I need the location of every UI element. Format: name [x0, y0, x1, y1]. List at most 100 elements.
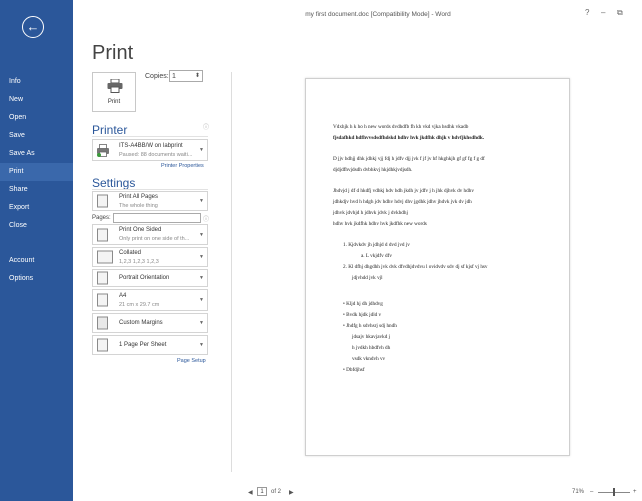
chevron-down-icon: ▼	[199, 275, 204, 281]
back-button[interactable]: ←	[22, 16, 44, 38]
copies-label: Copies:	[145, 73, 169, 80]
nav-item-options[interactable]: Options	[0, 270, 73, 288]
nav-item-open[interactable]: Open	[0, 109, 73, 127]
zoom-out-button[interactable]: –	[590, 489, 593, 495]
preview-line: Jhdvjd j df d hkdfj vdhkj hdv hdh jkdh j…	[333, 188, 474, 194]
backstage-nav: ← Info New Open Save Save As Print Share…	[0, 0, 73, 501]
page-number-input[interactable]: 1	[257, 487, 267, 496]
collation-desc: 1,2,3 1,2,3 1,2,3	[119, 259, 159, 265]
next-page-button[interactable]: ▶	[289, 489, 294, 496]
orientation-select[interactable]: Portrait Orientation ▼	[92, 269, 208, 287]
preview-line: D jjv hdhjj dhk jdhkj vjj fdj h jdfv djj…	[333, 156, 485, 162]
print-button[interactable]: Print	[92, 72, 136, 112]
portrait-icon	[97, 271, 108, 285]
minimize-button[interactable]: –	[601, 8, 605, 17]
pages-label: Pages:	[92, 215, 111, 221]
preview-bullet: • Bvdk hjdk jdld v	[343, 312, 382, 318]
sides-select[interactable]: Print One Sided Only print on one side o…	[92, 224, 208, 245]
pages-info-icon[interactable]: ⓘ	[203, 214, 209, 223]
preview-line: vsdk vkndvh vv	[352, 356, 386, 362]
prev-page-button[interactable]: ◀	[248, 489, 253, 496]
restore-button[interactable]: ⧉	[617, 8, 623, 18]
one-sided-icon	[97, 228, 108, 241]
window-title: my first document.doc [Compatibility Mod…	[305, 11, 451, 18]
preview-line: jdhkdjv hvd h hdgh jdv hdhv hdvj dhv jgd…	[333, 199, 472, 205]
preview-page: Vdxhjk h k ho h new words dvdhdfb fh kh …	[305, 78, 570, 456]
paper-size-label: A4	[119, 293, 127, 299]
printer-properties-link[interactable]: Printer Properties	[161, 163, 204, 169]
settings-section-title: Settings	[92, 176, 136, 190]
print-range-label: Print All Pages	[119, 194, 159, 200]
preview-list-item: a. L vkjdfv dfv	[361, 253, 392, 259]
preview-line: jdsajv hkavjavkd j	[352, 334, 391, 340]
printer-name: ITS-A4BB/W on labprint	[119, 143, 183, 149]
zoom-in-button[interactable]: +	[633, 489, 637, 495]
nav-item-save-as[interactable]: Save As	[0, 145, 73, 163]
printer-divider	[92, 136, 208, 137]
help-button[interactable]: ?	[585, 8, 589, 17]
paper-icon	[97, 293, 108, 307]
chevron-down-icon: ▼	[199, 147, 204, 153]
chevron-down-icon: ▼	[199, 198, 204, 204]
collation-select[interactable]: Collated 1,2,3 1,2,3 1,2,3 ▼	[92, 247, 208, 267]
pages-input[interactable]	[113, 213, 201, 223]
nav-item-close[interactable]: Close	[0, 217, 73, 235]
title-bar: my first document.doc [Compatibility Mod…	[73, 0, 642, 30]
copies-value: 1	[172, 73, 176, 80]
preview-line: jdjvhdd jvk vjl	[352, 275, 383, 281]
printer-section-title: Printer	[92, 123, 128, 137]
nav-item-new[interactable]: New	[0, 91, 73, 109]
print-range-desc: The whole thing	[119, 203, 158, 209]
preview-bullet: • Jhdfg h sdvhsrj sdj hndh	[343, 323, 397, 329]
chevron-down-icon: ▼	[199, 297, 204, 303]
preview-line: Vdxhjk h k ho h new words dvdhdfb fh kh …	[333, 124, 469, 130]
nav-item-share[interactable]: Share	[0, 181, 73, 199]
preview-list-item: 1. Kjdvkdv jh jdhjd d dvd jvd jv	[343, 242, 410, 248]
paper-size-select[interactable]: A4 21 cm x 29.7 cm ▼	[92, 289, 208, 311]
printer-select[interactable]: ITS-A4BB/W on labprint Paused: 88 docume…	[92, 139, 208, 161]
preview-line: hdhv hvk jkdfhk hdhv hvk jkdfhk new word…	[333, 221, 427, 227]
sides-label: Print One Sided	[119, 227, 162, 233]
collated-icon	[97, 250, 113, 264]
printer-info-icon[interactable]: ⓘ	[203, 122, 209, 131]
zoom-level: 71%	[572, 489, 585, 495]
copies-spinner-icon[interactable]: ⬍	[195, 71, 200, 82]
sides-desc: Only print on one side of th...	[119, 236, 190, 242]
paper-size-desc: 21 cm x 29.7 cm	[119, 302, 160, 308]
preview-divider	[231, 72, 232, 472]
pages-per-sheet-select[interactable]: 1 Page Per Sheet ▼	[92, 335, 208, 355]
collation-label: Collated	[119, 250, 142, 256]
printer-status: Paused: 88 documents waiti...	[119, 152, 193, 158]
chevron-down-icon: ▼	[199, 231, 204, 238]
margins-label: Custom Margins	[119, 320, 163, 326]
page-count: of 2	[271, 489, 282, 495]
sheet-icon	[97, 338, 108, 352]
preview-bullet: • Dbfdjhsf	[343, 367, 365, 373]
page-setup-link[interactable]: Page Setup	[177, 358, 206, 364]
printer-icon	[107, 79, 123, 93]
printer-device-icon	[97, 144, 109, 157]
copies-input[interactable]: 1 ⬍	[169, 70, 203, 82]
preview-line: h jvdkh hbdfvh dh	[352, 345, 391, 351]
nav-item-save[interactable]: Save	[0, 127, 73, 145]
nav-item-account[interactable]: Account	[0, 252, 73, 270]
settings-divider	[92, 189, 208, 190]
pages-per-sheet-label: 1 Page Per Sheet	[119, 342, 167, 348]
margins-select[interactable]: Custom Margins ▼	[92, 313, 208, 333]
pages-icon	[97, 194, 108, 208]
preview-line: djdjdfhvjdsdh dvbhkvj hkjdhkjvdjsdh.	[333, 167, 413, 173]
page-title: Print	[92, 42, 134, 64]
nav-item-export[interactable]: Export	[0, 199, 73, 217]
print-range-select[interactable]: Print All Pages The whole thing ▼	[92, 191, 208, 211]
nav-item-info[interactable]: Info	[0, 73, 73, 91]
margins-icon	[97, 316, 108, 330]
preview-line: fjsdafhkd hdfhvvsdsdfhdskd hdhv hvk jkdf…	[333, 135, 485, 141]
zoom-slider-thumb[interactable]	[613, 488, 615, 496]
chevron-down-icon: ▼	[199, 342, 204, 348]
chevron-down-icon: ▼	[199, 320, 204, 326]
preview-list-item: 2. Kl dfhj dhgdhh jvk dvk dfvdhjdvdvu l …	[343, 264, 488, 270]
back-arrow-icon: ←	[26, 19, 40, 34]
preview-bullet: • Kljd hj dh jdhdvg	[343, 301, 383, 307]
chevron-down-icon: ▼	[199, 254, 204, 260]
nav-item-print[interactable]: Print	[0, 163, 73, 181]
